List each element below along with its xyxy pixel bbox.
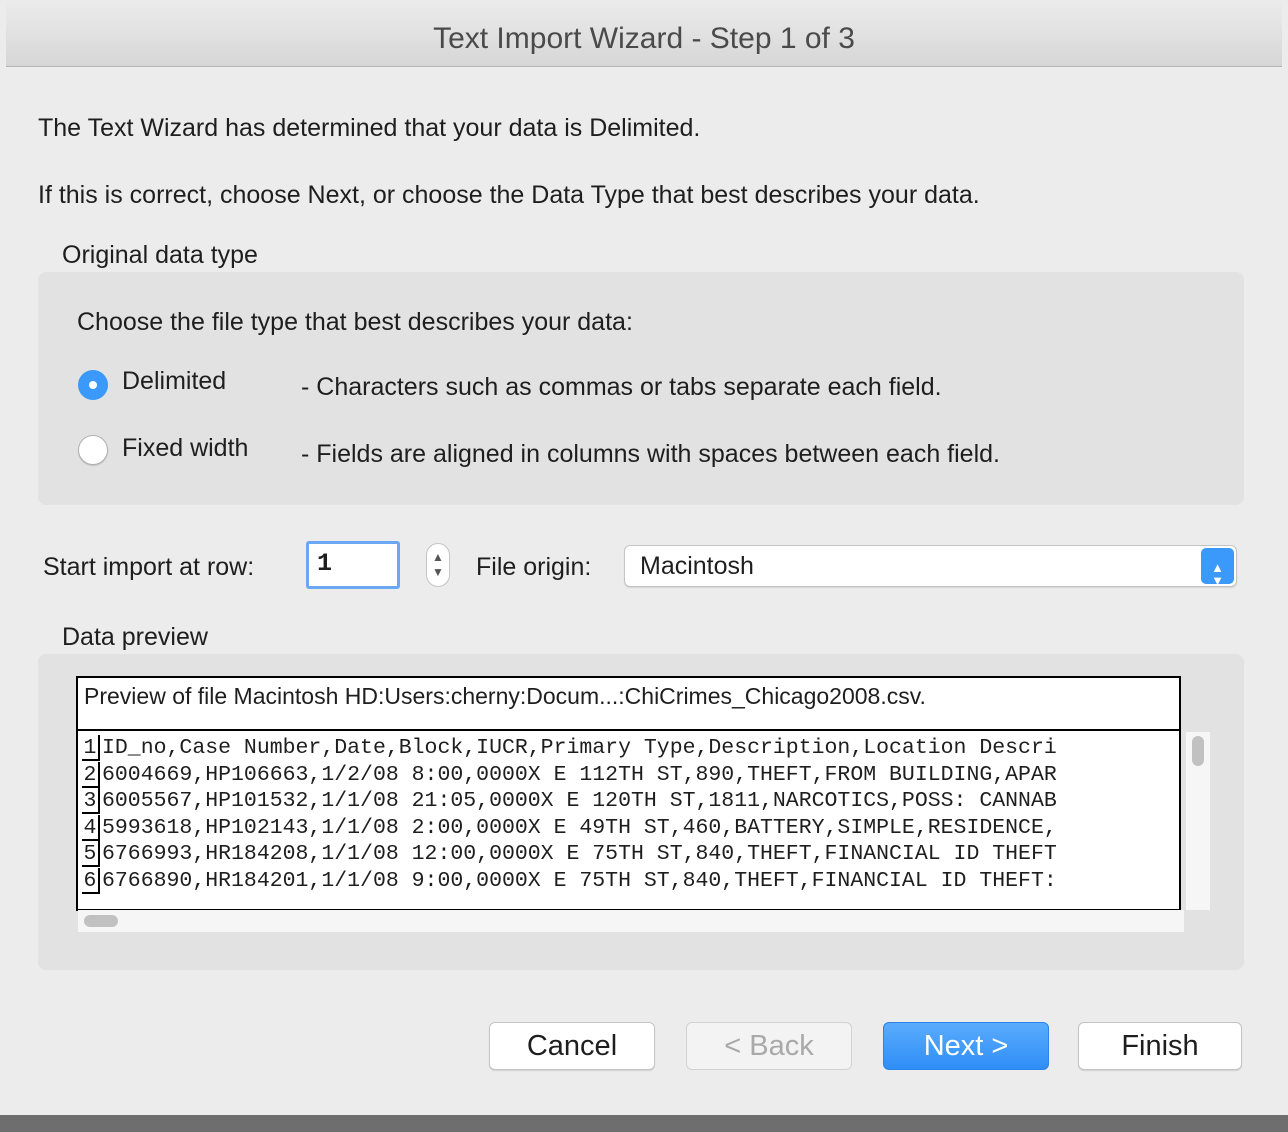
- file-origin-select[interactable]: Macintosh ▲ ▼: [624, 545, 1237, 587]
- start-import-row-label: Start import at row:: [43, 553, 255, 581]
- window-title: Text Import Wizard - Step 1 of 3: [6, 0, 1282, 67]
- row-number: 3: [82, 788, 100, 815]
- row-number: 6: [82, 868, 100, 894]
- fixed-width-label[interactable]: Fixed width: [122, 434, 248, 463]
- select-chevrons-icon: ▲ ▼: [1201, 548, 1234, 587]
- row-text: 6004669,HP106663,1/2/08 8:00,0000X E 112…: [102, 762, 1057, 787]
- intro-line-1: The Text Wizard has determined that your…: [38, 114, 701, 142]
- row-text: 5993618,HP102143,1/1/08 2:00,0000X E 49T…: [102, 815, 1057, 840]
- next-button[interactable]: Next >: [883, 1022, 1049, 1070]
- row-stepper[interactable]: ▲ ▼: [426, 543, 450, 587]
- delimited-radio[interactable]: [78, 370, 108, 400]
- row-text: 6766890,HR184201,1/1/08 9:00,0000X E 75T…: [102, 869, 1057, 893]
- original-data-type-group: Choose the file type that best describes…: [38, 272, 1244, 505]
- original-data-type-heading: Original data type: [62, 241, 258, 269]
- preview-row: 5 6766993,HR184208,1/1/08 12:00,0000X E 7…: [82, 841, 1178, 868]
- start-import-row-input[interactable]: 1: [306, 541, 400, 589]
- row-text: 6005567,HP101532,1/1/08 21:05,0000X E 12…: [102, 789, 1057, 814]
- delimited-label[interactable]: Delimited: [122, 367, 226, 396]
- finish-button[interactable]: Finish: [1078, 1022, 1242, 1070]
- preview-row: 3 6005567,HP101532,1/1/08 21:05,0000X E 1…: [82, 788, 1178, 815]
- fixed-width-description: - Fields are aligned in columns with spa…: [301, 440, 1000, 468]
- stepper-down-icon[interactable]: ▼: [432, 566, 444, 578]
- text-import-wizard-dialog: Text Import Wizard - Step 1 of 3 The Tex…: [6, 0, 1282, 1115]
- back-button[interactable]: < Back: [686, 1022, 852, 1070]
- row-text: ID_no,Case Number,Date,Block,IUCR,Primar…: [102, 736, 1057, 760]
- preview-row: 6 6766890,HR184201,1/1/08 9:00,0000X E 75…: [82, 868, 1178, 895]
- file-origin-value: Macintosh: [640, 552, 754, 580]
- data-preview-heading: Data preview: [62, 623, 208, 651]
- stepper-up-icon[interactable]: ▲: [432, 551, 444, 563]
- cancel-button[interactable]: Cancel: [489, 1022, 655, 1070]
- horizontal-scroll-thumb[interactable]: [84, 915, 118, 927]
- preview-horizontal-scrollbar[interactable]: [78, 910, 1184, 932]
- preview-row: 1 ID_no,Case Number,Date,Block,IUCR,Prima…: [82, 735, 1178, 762]
- preview-vertical-scrollbar[interactable]: [1186, 732, 1210, 910]
- vertical-scroll-thumb[interactable]: [1192, 736, 1204, 766]
- row-number: 5: [82, 841, 100, 868]
- fixed-width-radio[interactable]: [78, 435, 108, 465]
- row-number: 4: [82, 814, 100, 841]
- intro-line-2: If this is correct, choose Next, or choo…: [38, 181, 980, 209]
- preview-row: 2 6004669,HP106663,1/2/08 8:00,0000X E 11…: [82, 761, 1178, 789]
- row-number: 1: [82, 735, 100, 761]
- row-number: 2: [82, 761, 100, 788]
- background-window-edge: [0, 1115, 1288, 1132]
- file-origin-label: File origin:: [476, 553, 592, 581]
- row-text: 6766993,HR184208,1/1/08 12:00,0000X E 75…: [102, 842, 1057, 867]
- preview-row: 4 5993618,HP102143,1/1/08 2:00,0000X E 49…: [82, 814, 1178, 842]
- file-type-prompt: Choose the file type that best describes…: [77, 308, 633, 336]
- preview-file-line: Preview of file Macintosh HD:Users:chern…: [78, 678, 1179, 731]
- data-preview-pane[interactable]: Preview of file Macintosh HD:Users:chern…: [76, 676, 1181, 911]
- delimited-description: - Characters such as commas or tabs sepa…: [301, 373, 942, 401]
